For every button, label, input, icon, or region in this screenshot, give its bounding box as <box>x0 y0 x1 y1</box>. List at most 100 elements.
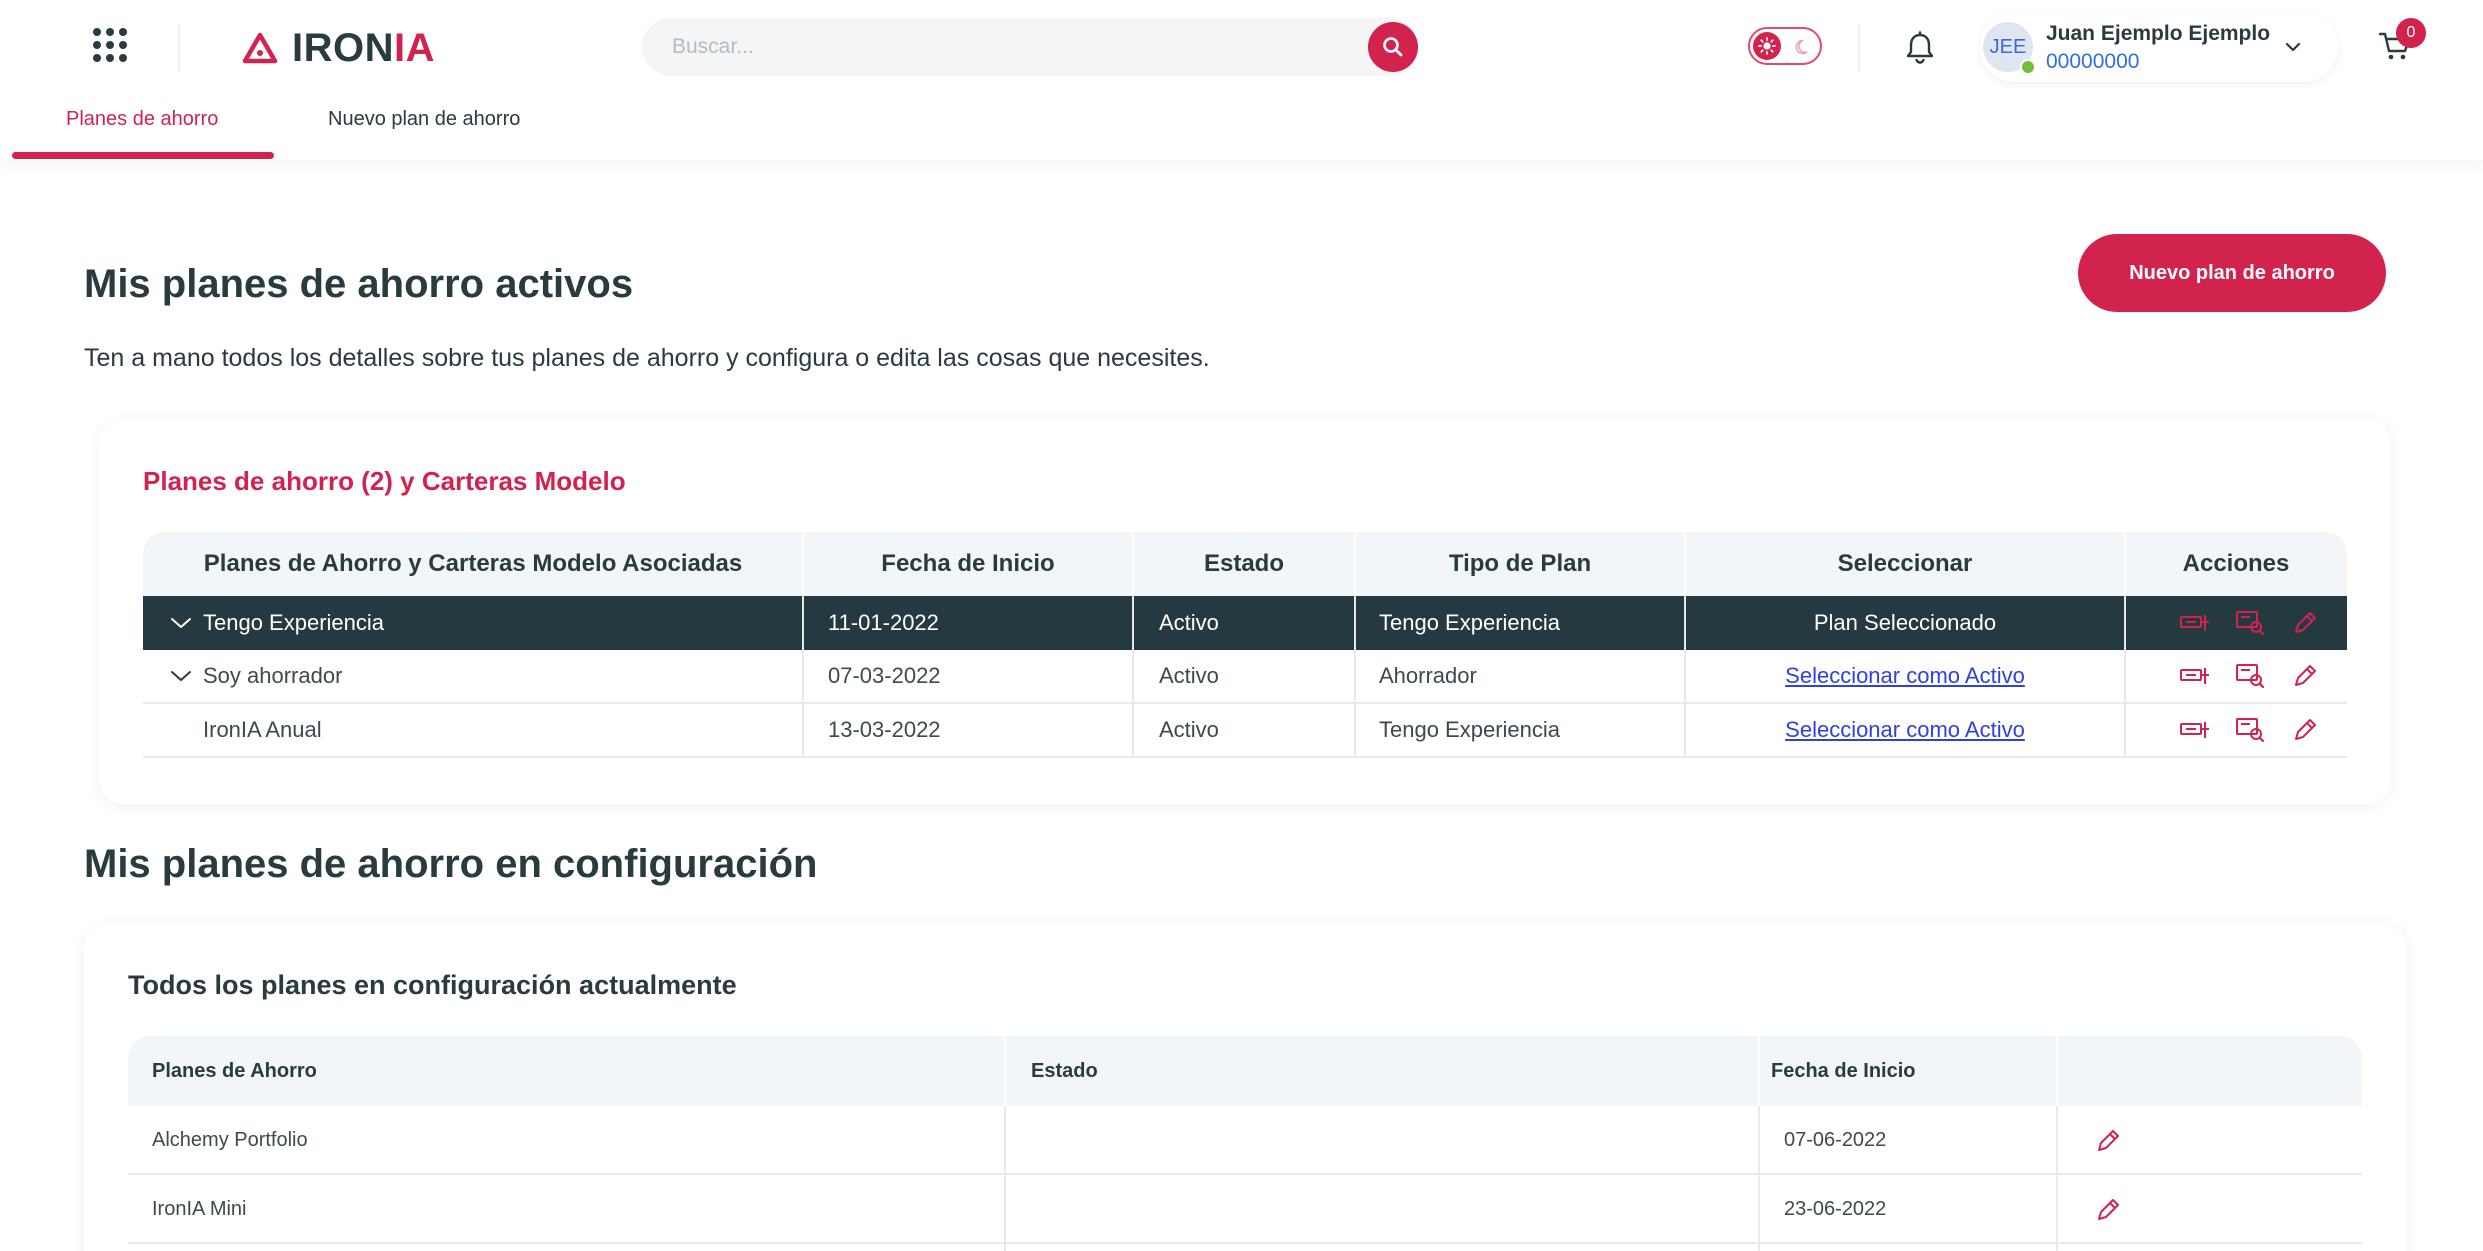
config-section-title: Mis planes de ahorro en configuración <box>84 842 818 886</box>
table-row[interactable]: IronIA Mini 23-06-2022 <box>128 1175 2362 1244</box>
row-actions <box>2177 712 2342 748</box>
select-as-active-cell: Seleccionar como Activo <box>1685 704 2125 756</box>
plan-type: Tengo Experiencia <box>1379 717 1561 742</box>
edit-pencil-icon[interactable] <box>2094 1106 2122 1175</box>
transfer-icon[interactable] <box>2177 658 2213 694</box>
column-divider <box>802 532 804 596</box>
column-divider <box>1132 532 1134 596</box>
transfer-icon[interactable] <box>2177 605 2213 641</box>
notifications-bell-icon[interactable] <box>1900 28 1940 68</box>
user-id: 00000000 <box>2046 50 2140 73</box>
start-date: 11-01-2022 <box>828 610 939 635</box>
column-divider <box>2124 596 2126 756</box>
portfolio-search-icon[interactable] <box>2232 712 2268 748</box>
column-header: Fecha de Inicio <box>1771 1059 1916 1082</box>
column-header: Planes de Ahorro y Carteras Modelo Asoci… <box>203 550 743 577</box>
search-bar <box>642 18 1418 76</box>
column-header: Seleccionar <box>1837 550 1973 577</box>
new-plan-button[interactable]: Nuevo plan de ahorro <box>2078 234 2386 312</box>
select-as-active-cell: Seleccionar como Activo <box>1685 650 2125 702</box>
status: Activo <box>1159 717 1219 742</box>
column-divider <box>1758 1106 1760 1251</box>
portfolio-search-icon[interactable] <box>2232 658 2268 694</box>
portfolio-search-icon[interactable] <box>2232 605 2268 641</box>
divider <box>1858 24 1860 72</box>
config-plans-card-title: Todos los planes en configuración actual… <box>128 970 737 1000</box>
start-date: 13-03-2022 <box>828 717 941 742</box>
search-input[interactable] <box>672 18 1332 76</box>
tab-nuevo-plan-de-ahorro[interactable]: Nuevo plan de ahorro <box>328 108 520 131</box>
edit-pencil-icon[interactable] <box>2287 605 2323 641</box>
column-divider <box>1004 1106 1006 1251</box>
moon-icon <box>1792 35 1816 59</box>
column-divider <box>1684 596 1686 756</box>
table-row[interactable]: Soy ahorrador 07-03-2022 Activo Ahorrado… <box>143 650 2347 704</box>
table-header: Planes de Ahorro Estado Fecha de Inicio <box>128 1036 2362 1106</box>
column-divider <box>2056 1106 2058 1251</box>
row-actions <box>2177 658 2342 694</box>
table-row[interactable]: IronIA Anual 13-03-2022 Activo Tengo Exp… <box>143 704 2347 758</box>
logo[interactable]: IRONIA <box>242 26 435 70</box>
divider <box>178 24 180 72</box>
column-header: Fecha de Inicio <box>881 550 1055 577</box>
column-header: Acciones <box>2182 550 2290 577</box>
select-as-active-link[interactable]: Seleccionar como Activo <box>1785 717 2025 743</box>
table-row[interactable]: Alchemy Portfolio 07-06-2022 <box>128 1106 2362 1175</box>
user-menu[interactable]: JEE Juan Ejemplo Ejemplo 00000000 <box>1980 12 2338 82</box>
plan-name-cell: Tengo Experiencia <box>167 596 384 650</box>
column-header: Estado <box>1031 1059 1098 1082</box>
column-header: Tipo de Plan <box>1448 550 1592 577</box>
column-divider <box>1132 596 1134 756</box>
column-divider <box>1004 1036 1006 1106</box>
plan-type: Ahorrador <box>1379 663 1477 688</box>
search-button[interactable] <box>1368 22 1418 72</box>
page-subtitle: Ten a mano todos los detalles sobre tus … <box>84 344 1210 372</box>
plan-name: Tengo Experiencia <box>203 610 385 635</box>
page-title: Mis planes de ahorro activos <box>84 262 634 306</box>
chevron-down-icon[interactable] <box>167 662 195 690</box>
top-bar: IRONIA Buscar... JEE Juan Ejemplo Ejempl… <box>0 0 2483 160</box>
apps-grid-icon[interactable] <box>93 28 127 62</box>
column-divider <box>1354 532 1356 596</box>
column-divider <box>1354 596 1356 756</box>
plan-name-cell: Soy ahorrador <box>167 650 342 702</box>
status: Activo <box>1159 610 1219 635</box>
column-header: Estado <box>1203 550 1284 577</box>
edit-pencil-icon[interactable] <box>2287 658 2323 694</box>
edit-pencil-icon[interactable] <box>2094 1175 2122 1244</box>
select-as-active-link[interactable]: Seleccionar como Activo <box>1785 663 2025 689</box>
table-header: Planes de Ahorro y Carteras Modelo Asoci… <box>143 532 2347 596</box>
start-date: 07-03-2022 <box>828 663 941 688</box>
active-tab-indicator <box>12 152 274 159</box>
chevron-down-icon[interactable] <box>167 609 195 637</box>
plan-name: IronIA Anual <box>203 717 322 742</box>
column-divider <box>1758 1036 1760 1106</box>
active-plans-card-title: Planes de ahorro (2) y Carteras Modelo <box>143 466 626 496</box>
search-icon <box>1383 37 1403 57</box>
tab-planes-de-ahorro[interactable]: Planes de ahorro <box>66 108 218 131</box>
online-status-dot <box>2020 59 2036 75</box>
plan-name: IronIA Mini <box>152 1198 247 1220</box>
sun-icon <box>1753 32 1781 60</box>
column-divider <box>802 596 804 756</box>
row-actions <box>2177 605 2342 641</box>
column-header: Planes de Ahorro <box>152 1059 317 1082</box>
start-date: 23-06-2022 <box>1784 1198 1887 1220</box>
column-divider <box>2124 532 2126 596</box>
cart-count-badge: 0 <box>2396 18 2426 48</box>
plan-name: Alchemy Portfolio <box>152 1129 308 1151</box>
column-divider <box>1684 532 1686 596</box>
edit-pencil-icon[interactable] <box>2287 712 2323 748</box>
column-divider <box>2056 1036 2058 1106</box>
table-row[interactable]: Tengo Experiencia 11-01-2022 Activo Teng… <box>143 596 2347 650</box>
logo-text: IRONIA <box>292 25 435 70</box>
plan-type: Tengo Experiencia <box>1379 610 1561 635</box>
selected-plan-label: Plan Seleccionado <box>1813 610 1997 635</box>
status: Activo <box>1159 663 1219 688</box>
start-date: 07-06-2022 <box>1784 1129 1887 1151</box>
chevron-down-icon[interactable] <box>2280 34 2306 60</box>
user-name: Juan Ejemplo Ejemplo <box>2046 22 2271 45</box>
theme-toggle[interactable] <box>1748 27 1822 65</box>
logo-triangle-icon <box>242 32 278 64</box>
transfer-icon[interactable] <box>2177 712 2213 748</box>
